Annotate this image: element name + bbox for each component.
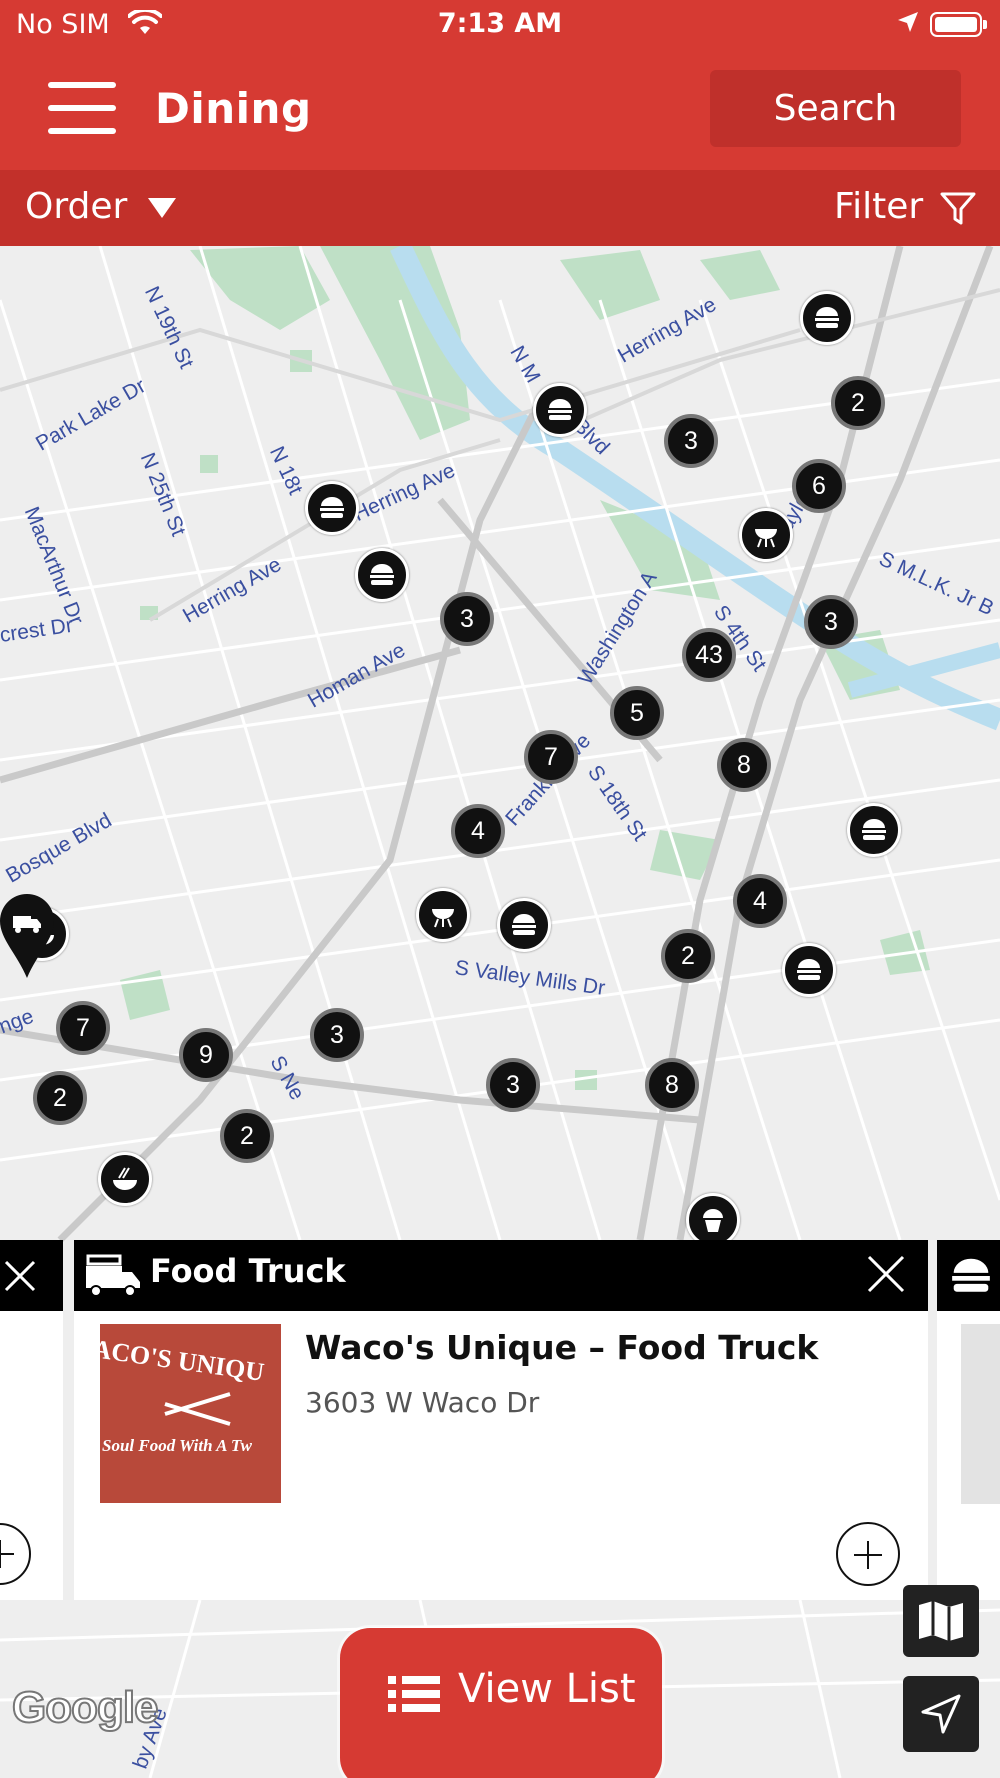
- burger-marker-icon[interactable]: [305, 481, 359, 535]
- map-cluster[interactable]: 2: [661, 929, 715, 983]
- navigation-arrow-icon: [921, 1694, 961, 1734]
- add-icon[interactable]: [0, 1522, 32, 1586]
- map-cluster[interactable]: 4: [733, 874, 787, 928]
- selected-food-truck-pin-icon[interactable]: [0, 894, 54, 978]
- map-type-button[interactable]: [903, 1585, 979, 1657]
- map-cluster[interactable]: 2: [831, 376, 885, 430]
- battery-icon: [930, 12, 987, 37]
- map-icon: [919, 1601, 963, 1641]
- restaurant-photo: ACO'S UNIQU Soul Food With A Tw: [100, 1324, 281, 1503]
- clock: 7:13 AM: [437, 8, 563, 39]
- map-cluster[interactable]: 8: [645, 1058, 699, 1112]
- map-cluster[interactable]: 2: [220, 1109, 274, 1163]
- order-filter-bar: Order Filter: [0, 170, 1000, 246]
- noodle-marker-icon[interactable]: [98, 1152, 152, 1206]
- map-cluster[interactable]: 7: [524, 730, 578, 784]
- order-dropdown[interactable]: Order: [25, 186, 127, 227]
- hamburger-menu-button[interactable]: [48, 82, 116, 134]
- burger-marker-icon[interactable]: [847, 803, 901, 857]
- map-cluster[interactable]: 3: [310, 1008, 364, 1062]
- restaurant-photo: [961, 1324, 1000, 1504]
- previous-card[interactable]: [0, 1240, 63, 1600]
- fork-knife-icon: [164, 1392, 231, 1426]
- photo-caption-bottom: Soul Food With A Tw: [102, 1436, 252, 1455]
- page-title: Dining: [155, 84, 312, 133]
- add-to-list-button[interactable]: [836, 1522, 900, 1586]
- map-cluster[interactable]: 3: [804, 595, 858, 649]
- grill-marker-icon[interactable]: [416, 888, 470, 942]
- map-cluster[interactable]: 8: [717, 738, 771, 792]
- card-category: Food Truck: [150, 1252, 346, 1290]
- result-card-carousel[interactable]: Food Truck ACO'S UNIQU Soul Food With A …: [0, 1240, 1000, 1600]
- restaurant-address: 3603 W Waco Dr: [305, 1386, 540, 1419]
- view-list-button[interactable]: View List: [340, 1628, 662, 1778]
- map-cluster[interactable]: 5: [610, 686, 664, 740]
- burger-icon: [952, 1258, 990, 1292]
- card-header: [937, 1240, 1000, 1311]
- map-cluster[interactable]: 3: [664, 414, 718, 468]
- status-bar: No SIM 7:13 AM: [0, 0, 1000, 50]
- map-cluster[interactable]: 2: [33, 1071, 87, 1125]
- grill-marker-icon[interactable]: [739, 508, 793, 562]
- filter-button[interactable]: Filter: [834, 186, 923, 227]
- view-list-label: View List: [458, 1666, 636, 1712]
- burger-marker-icon[interactable]: [782, 943, 836, 997]
- burger-marker-icon[interactable]: [497, 898, 551, 952]
- map-cluster[interactable]: 7: [56, 1001, 110, 1055]
- search-button[interactable]: Search: [710, 70, 961, 147]
- caret-down-icon[interactable]: [148, 198, 176, 218]
- close-icon[interactable]: [4, 1260, 36, 1292]
- close-icon[interactable]: [866, 1254, 906, 1294]
- card-header: Food Truck: [74, 1240, 928, 1311]
- filter-icon[interactable]: [940, 192, 976, 226]
- map-cluster[interactable]: 9: [179, 1028, 233, 1082]
- location-arrow-icon: [898, 12, 918, 32]
- burger-marker-icon[interactable]: [800, 291, 854, 345]
- cupcake-marker-icon[interactable]: [686, 1193, 740, 1247]
- my-location-button[interactable]: [903, 1676, 979, 1752]
- map-cluster[interactable]: 4: [451, 804, 505, 858]
- burger-marker-icon[interactable]: [533, 383, 587, 437]
- next-card[interactable]: [937, 1240, 1000, 1600]
- map-cluster[interactable]: 3: [440, 592, 494, 646]
- result-card[interactable]: Food Truck ACO'S UNIQU Soul Food With A …: [74, 1240, 928, 1600]
- list-icon: [388, 1676, 440, 1712]
- card-header: [0, 1240, 63, 1311]
- map-cluster[interactable]: 6: [792, 459, 846, 513]
- google-logo: Google: [11, 1682, 160, 1733]
- burger-marker-icon[interactable]: [355, 548, 409, 602]
- map-cluster[interactable]: 43: [682, 628, 736, 682]
- photo-caption-top: ACO'S UNIQU: [100, 1334, 266, 1387]
- map-cluster[interactable]: 3: [486, 1058, 540, 1112]
- food-truck-icon: [86, 1254, 140, 1297]
- restaurant-name[interactable]: Waco's Unique – Food Truck: [305, 1328, 818, 1367]
- app-header: No SIM 7:13 AM Dining Search: [0, 0, 1000, 170]
